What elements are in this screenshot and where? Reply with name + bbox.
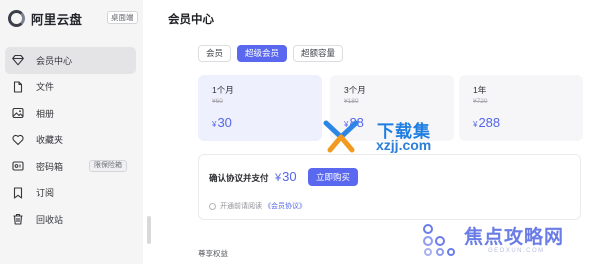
member-agreement-link[interactable]: 《会员协议》 [264,201,306,211]
brand-name: 阿里云盘 [31,12,83,27]
currency-symbol: ¥ [212,120,217,129]
buy-now-button[interactable]: 立即购买 [308,168,359,186]
payment-price: ¥30 [275,169,297,184]
sidebar-item-password-box[interactable]: 密码箱 限保险箱 [5,153,136,180]
sidebar-item-label: 密码箱 [36,161,64,172]
plan-card-1-month[interactable]: 1个月 ¥60 ¥30 [198,75,322,141]
plan-original-price: ¥720 [473,98,488,105]
plan-price: ¥30 [212,115,232,130]
sidebar: 阿里云盘 桌面端 会员中心 文件 相册 收藏夹 密码箱 限保险箱 订阅 回收站 [0,0,143,264]
diamond-icon [12,54,24,66]
currency-symbol: ¥ [275,172,282,184]
edition-badge: 桌面端 [107,11,138,24]
sidebar-scrollbar[interactable] [147,216,151,244]
benefits-section-label: 尊享权益 [198,249,228,258]
safe-icon [12,160,24,172]
sidebar-item-subscriptions[interactable]: 订阅 [5,180,136,207]
plan-name: 1年 [473,85,487,95]
sidebar-item-recycle-bin[interactable]: 回收站 [5,206,136,233]
plan-price-value: 288 [478,115,501,130]
agreement-row: 开通前请阅读 《会员协议》 [209,201,306,211]
jiaodian-watermark-title: 焦点攻略网 [464,227,565,248]
jiaodian-watermark-url: GEOXUN.COM [488,248,545,254]
sidebar-item-files[interactable]: 文件 [5,74,136,101]
currency-symbol: ¥ [473,120,478,129]
plan-card-1-year[interactable]: 1年 ¥720 ¥288 [459,75,583,141]
plan-name: 1个月 [212,85,234,95]
sidebar-nav: 会员中心 文件 相册 收藏夹 密码箱 限保险箱 订阅 回收站 [5,47,136,233]
sidebar-item-label: 会员中心 [36,55,73,66]
sidebar-item-label: 文件 [36,82,55,93]
bookmark-icon [12,187,24,199]
payment-panel: 确认协议并支付 ¥30 立即购买 开通前请阅读 《会员协议》 [198,154,581,220]
photo-icon [12,107,24,119]
trash-icon [12,213,24,225]
heart-icon [12,134,24,146]
plan-price-value: 30 [217,115,232,130]
tab-super-member[interactable]: 超级会员 [237,45,288,62]
page-title: 会员中心 [168,14,214,26]
jiaodian-logo-icon [423,224,455,256]
file-icon [12,81,24,93]
xzji-logo-icon [323,120,359,153]
password-box-tag: 限保险箱 [89,160,127,172]
xzji-watermark-url: xzjj.com [376,137,432,153]
tab-member[interactable]: 会员 [198,45,232,62]
agreement-text: 开通前请阅读 [220,203,262,210]
membership-tabs: 会员 超级会员 超额容量 [198,45,349,62]
sidebar-item-album[interactable]: 相册 [5,100,136,127]
sidebar-item-member-center[interactable]: 会员中心 [5,47,136,74]
sidebar-item-label: 订阅 [36,188,55,199]
agreement-checkbox[interactable] [209,202,216,210]
plan-price: ¥288 [473,115,500,130]
plan-name: 3个月 [344,85,366,95]
xzji-watermark: 下载集 xzjj.com [322,117,462,157]
plan-original-price: ¥60 [212,98,223,105]
aliyunpan-logo-icon [8,9,25,27]
tab-extra-capacity[interactable]: 超额容量 [293,45,344,62]
sidebar-item-label: 收藏夹 [36,135,64,146]
jiaodian-watermark: 焦点攻略网 GEOXUN.COM [420,218,600,264]
sidebar-item-label: 回收站 [36,214,64,225]
plan-original-price: ¥180 [344,98,359,105]
sidebar-item-favorites[interactable]: 收藏夹 [5,127,136,154]
brand: 阿里云盘 [8,9,82,27]
payment-price-value: 30 [282,169,297,184]
payment-label: 确认协议并支付 [209,173,269,183]
sidebar-item-label: 相册 [36,108,55,119]
